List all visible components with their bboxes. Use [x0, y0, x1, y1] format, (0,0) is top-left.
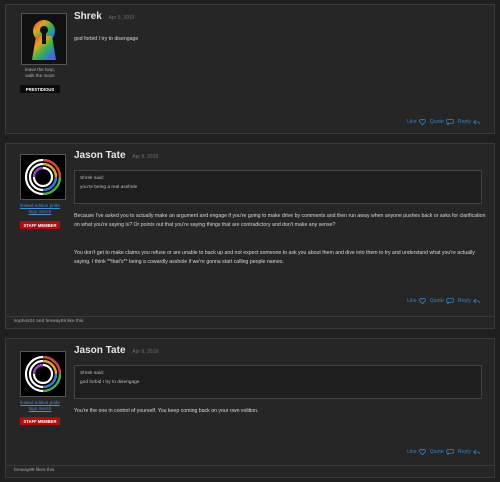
likes-summary[interactable]: fenway89 likes this. [6, 465, 494, 475]
post-date[interactable]: Apr 9, 2019 [132, 154, 158, 160]
quote-button[interactable]: Quote [430, 298, 454, 304]
quote-block: Shrek said: god forbid I try to disengag… [74, 365, 482, 399]
reply-label[interactable]: Reply [458, 298, 471, 304]
likes-summary[interactable]: sophos24 and fenway89 like this. [6, 316, 494, 326]
quote-author[interactable]: Shrek said: [80, 369, 476, 378]
post-paragraph: You don't get to make claims you refuse … [74, 250, 475, 265]
post-actions: Like Quote Reply [407, 298, 480, 304]
user-title: walk the maze [25, 73, 55, 78]
user-title-link[interactable]: logo merch [12, 406, 68, 412]
heart-icon [418, 119, 426, 125]
quote-button[interactable]: Quote [430, 449, 454, 455]
reply-icon [473, 449, 480, 455]
like-button[interactable]: Like [407, 119, 426, 125]
like-label[interactable]: Like [407, 119, 417, 125]
username-text[interactable]: Jason Tate [74, 345, 126, 356]
quote-label[interactable]: Quote [430, 298, 444, 304]
username-text[interactable]: Jason Tate [74, 150, 126, 161]
post-jason-2: limited edition pride logo merch STAFF M… [5, 338, 495, 478]
avatar[interactable] [21, 13, 67, 65]
username[interactable]: Jason Tate Apr 9, 2019 [74, 345, 158, 356]
rainbow-rings-avatar-icon [21, 155, 65, 199]
avatar[interactable] [20, 351, 66, 397]
quote-text: god forbid I try to disengage [80, 380, 140, 385]
reply-button[interactable]: Reply [458, 449, 480, 455]
quote-button[interactable]: Quote [430, 119, 454, 125]
user-badge: PRESTIDIOUS [20, 85, 60, 93]
username[interactable]: Shrek Apr 9, 2019 [74, 11, 134, 22]
like-label[interactable]: Like [407, 298, 417, 304]
reply-icon [473, 298, 480, 304]
keyhole-avatar-icon [32, 20, 56, 60]
post-paragraph: You're the one in control of yourself. Y… [74, 408, 259, 414]
post-jason-1: limited edition pride logo merch STAFF M… [5, 143, 495, 329]
post-actions: Like Quote Reply [407, 449, 480, 455]
quote-icon [446, 298, 454, 304]
reply-button[interactable]: Reply [458, 298, 480, 304]
like-button[interactable]: Like [407, 298, 426, 304]
rainbow-rings-avatar-icon [21, 352, 65, 396]
post-message: god forbid I try to disengage [74, 36, 139, 42]
post-paragraph: Because I've asked you to actually make … [74, 213, 486, 228]
quote-author[interactable]: Shrek said: [80, 174, 476, 183]
quote-label[interactable]: Quote [430, 449, 444, 455]
quote-label[interactable]: Quote [430, 119, 444, 125]
staff-badge: STAFF MEMBER [20, 221, 60, 229]
post-actions: Like Quote Reply [407, 119, 480, 125]
post-shrek: leave the loop, walk the maze PRESTIDIOU… [5, 4, 495, 134]
like-button[interactable]: Like [407, 449, 426, 455]
post-date[interactable]: Apr 9, 2019 [109, 15, 135, 21]
heart-icon [418, 449, 426, 455]
reply-label[interactable]: Reply [458, 119, 471, 125]
quote-block: Shrek said: you're being a real asshole [74, 170, 482, 204]
username[interactable]: Jason Tate Apr 9, 2019 [74, 150, 158, 161]
user-title-link[interactable]: logo merch [12, 209, 68, 215]
username-text[interactable]: Shrek [74, 11, 102, 22]
quote-text: you're being a real asshole [80, 185, 138, 190]
reply-button[interactable]: Reply [458, 119, 480, 125]
staff-badge: STAFF MEMBER [20, 417, 60, 425]
heart-icon [418, 298, 426, 304]
quote-icon [446, 119, 454, 125]
reply-icon [473, 119, 480, 125]
post-date[interactable]: Apr 9, 2019 [132, 349, 158, 355]
like-label[interactable]: Like [407, 449, 417, 455]
reply-label[interactable]: Reply [458, 449, 471, 455]
quote-icon [446, 449, 454, 455]
avatar[interactable] [20, 154, 66, 200]
